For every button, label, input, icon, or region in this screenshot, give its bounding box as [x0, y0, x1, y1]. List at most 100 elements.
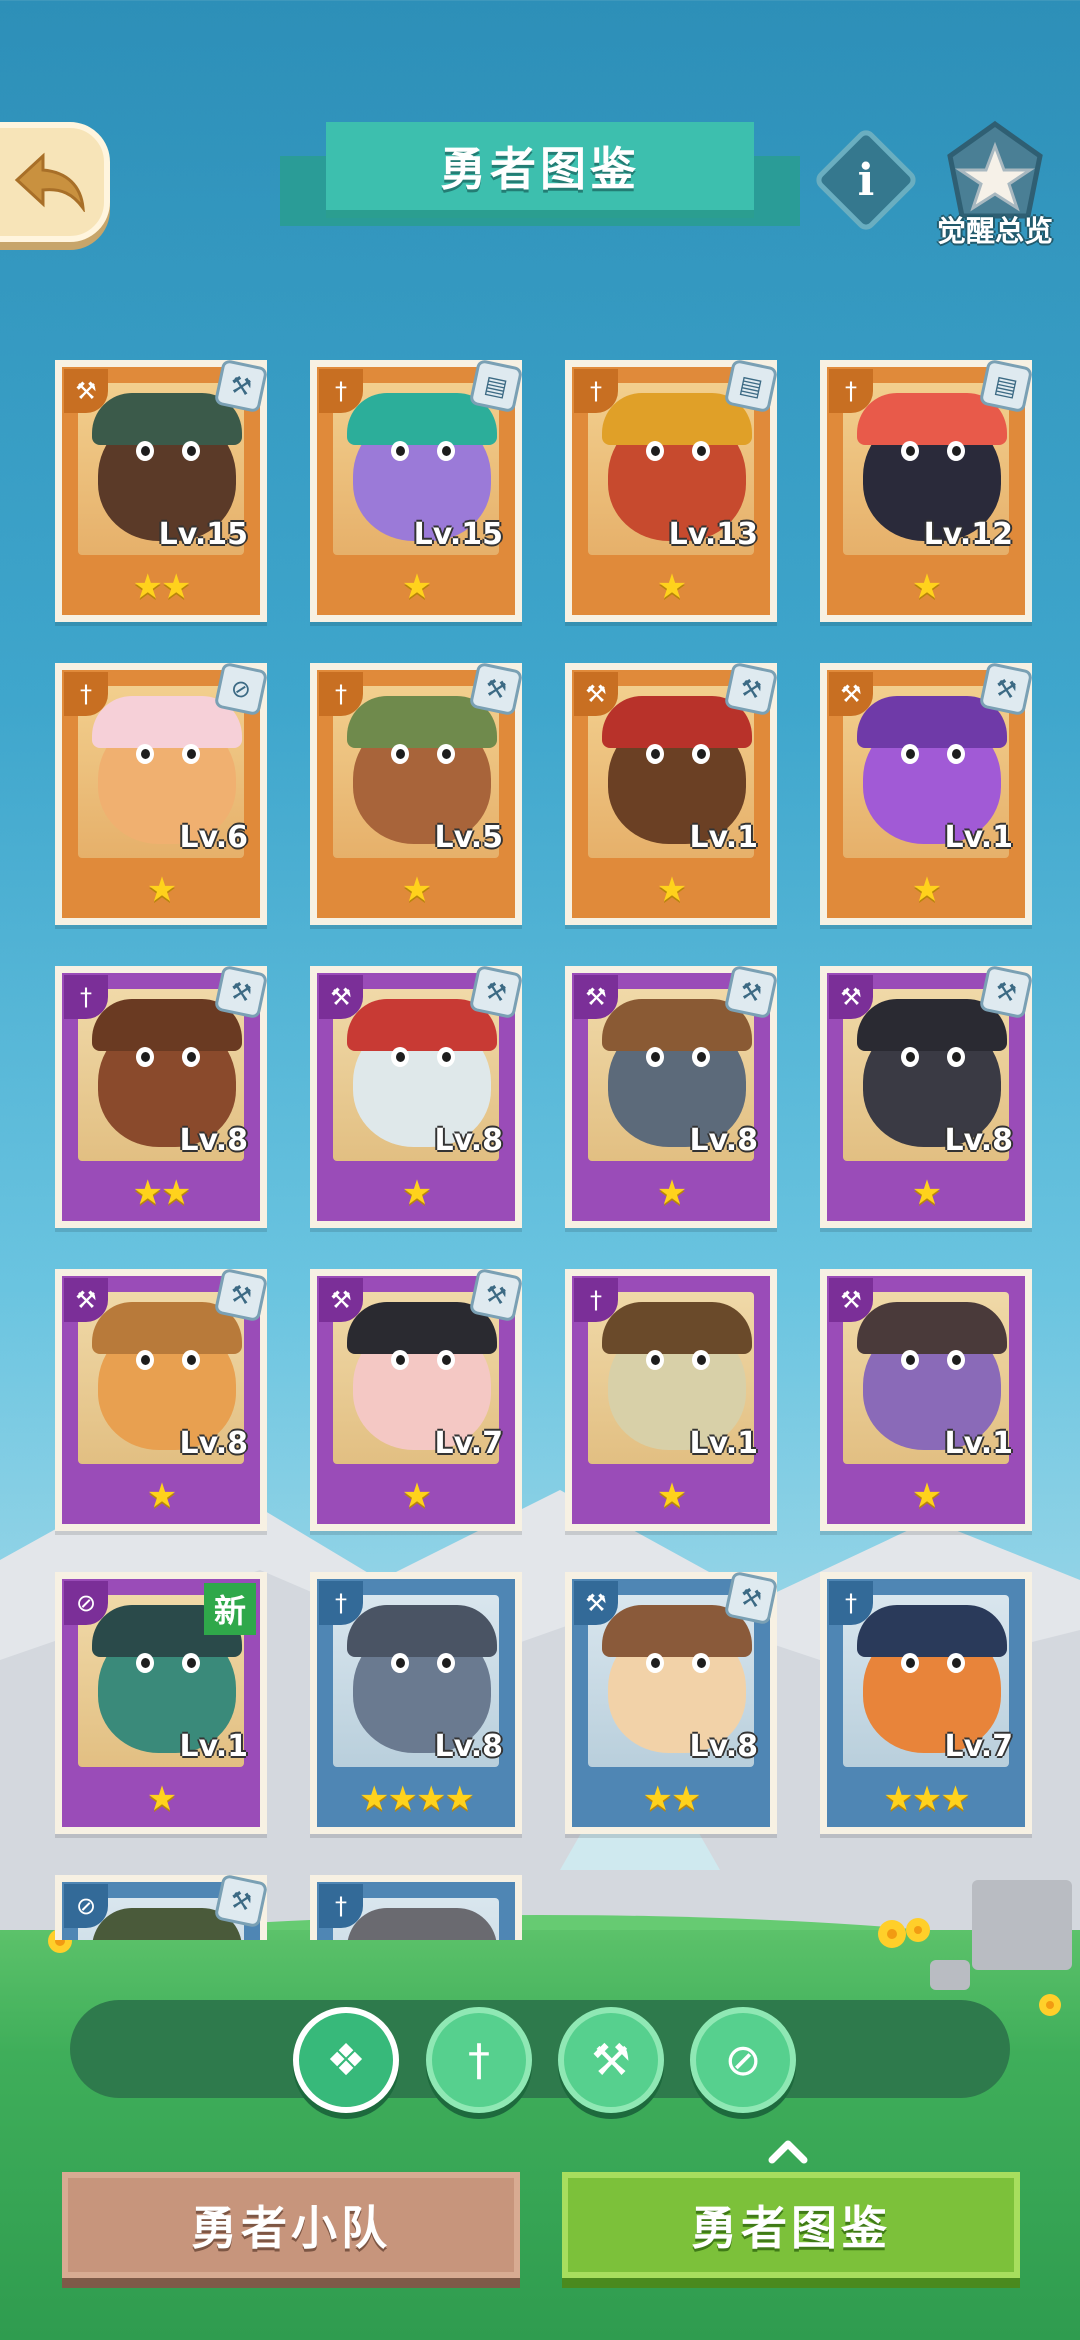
awaken-overview-label[interactable]: 觉醒总览	[920, 208, 1070, 250]
hero-eye	[437, 1653, 455, 1673]
hero-eye	[901, 1047, 919, 1067]
compass-icon: ⊘	[213, 661, 269, 717]
hero-eye	[646, 1350, 664, 1370]
hero-eye	[136, 744, 154, 764]
sword-icon: †	[319, 1581, 363, 1625]
hero-card[interactable]: ⚒ Lv.1 ★	[820, 1269, 1032, 1531]
hero-card[interactable]: ⚒ ⚒ Lv.8 ★★	[565, 1570, 779, 1834]
hero-level: Lv.1	[944, 1426, 1014, 1461]
hero-card[interactable]: † ▤ Lv.12 ★	[820, 360, 1034, 622]
hero-card[interactable]: ⚒ ⚒ Lv.15 ★★	[55, 360, 269, 622]
hero-eye	[947, 744, 965, 764]
new-badge: 新	[204, 1583, 256, 1635]
compass-icon: ⊘	[724, 2034, 762, 2086]
star-rating: ★	[656, 1173, 687, 1213]
hammer-icon: ⚒	[574, 1581, 618, 1625]
hero-eye	[901, 744, 919, 764]
page-title: 勇者图鉴	[326, 122, 754, 218]
hero-eye	[646, 441, 664, 461]
sword-icon: †	[829, 1581, 873, 1625]
tab-hero-dex[interactable]: 勇者图鉴	[562, 2172, 1020, 2278]
compass-icon: ⊘	[64, 1581, 108, 1625]
filter-all-classes-button[interactable]: ❖	[293, 2007, 399, 2113]
chevron-up-icon	[768, 2140, 808, 2164]
title-banner: 勇者图鉴	[280, 122, 800, 242]
hero-card[interactable]: ⊘ ⚒	[55, 1873, 269, 1940]
hero-card[interactable]: † ⚒ Lv.8 ★★	[55, 964, 269, 1228]
star-rating: ★	[911, 567, 942, 607]
hero-card[interactable]: † Lv.8 ★★★★	[310, 1572, 522, 1834]
hero-card[interactable]: ⚒ ⚒ Lv.8 ★	[55, 1267, 269, 1531]
hero-card[interactable]: †	[310, 1875, 522, 1940]
sword-icon: †	[319, 672, 363, 716]
star-rating: ★	[401, 567, 432, 607]
hero-headwear	[347, 1908, 497, 1940]
hero-eye	[646, 1047, 664, 1067]
hammer-icon: ⚒	[829, 975, 873, 1019]
hero-card[interactable]: † ▤ Lv.15 ★	[310, 360, 524, 622]
hero-card[interactable]: ⚒ ⚒ Lv.8 ★	[820, 964, 1034, 1228]
star-rating: ★★	[132, 567, 192, 607]
hero-level: Lv.12	[923, 517, 1013, 552]
hero-level: Lv.8	[179, 1123, 249, 1158]
all-classes-icon: ❖	[326, 2034, 366, 2086]
hero-eye	[182, 744, 200, 764]
rock	[930, 1960, 970, 1990]
hero-eye	[182, 1047, 200, 1067]
hero-headwear	[857, 1302, 1007, 1354]
star-rating: ★	[656, 870, 687, 910]
hammer-icon: ⚒	[468, 1267, 524, 1323]
hero-card[interactable]: † ▤ Lv.13 ★	[565, 360, 779, 622]
hammer-icon: ⚒	[723, 1570, 779, 1626]
sword-icon: †	[829, 369, 873, 413]
hammer-icon: ⚒	[468, 661, 524, 717]
hero-level: Lv.8	[434, 1729, 504, 1764]
hero-grid: ⚒ ⚒ Lv.15 ★★ † ▤ Lv.15 ★ † ▤ Lv.13 ★ † ▤ Lv.12 ★ † ⊘ Lv.6 ★…	[0, 360, 1080, 1940]
hero-eye	[182, 1350, 200, 1370]
hero-card[interactable]: † Lv.7 ★★★	[820, 1572, 1032, 1834]
star-rating: ★★★★	[359, 1779, 475, 1819]
hero-card[interactable]: † ⚒ Lv.5 ★	[310, 661, 524, 925]
compass-icon: ⊘	[64, 1884, 108, 1928]
hero-card[interactable]: † Lv.1 ★	[565, 1269, 777, 1531]
tab-hero-team[interactable]: 勇者小队	[62, 2172, 520, 2278]
info-icon: i	[857, 154, 875, 206]
hero-eye	[182, 441, 200, 461]
hammer-icon: ⚒	[978, 661, 1034, 717]
filter-hammer-button[interactable]: ⚒	[558, 2007, 664, 2113]
hero-eye	[437, 1350, 455, 1370]
hero-level: Lv.8	[179, 1426, 249, 1461]
star-rating: ★	[401, 1476, 432, 1516]
hero-level: Lv.8	[434, 1123, 504, 1158]
star-rating: ★	[146, 870, 177, 910]
hero-eye	[391, 441, 409, 461]
scroll-icon: ▤	[978, 360, 1034, 414]
star-rating: ★	[146, 1779, 177, 1819]
hammer-icon: ⚒	[978, 964, 1034, 1020]
hero-eye	[901, 441, 919, 461]
hero-headwear	[602, 1302, 752, 1354]
filter-sword-button[interactable]: †	[426, 2007, 532, 2113]
scroll-icon: ▤	[723, 360, 779, 414]
hero-level: Lv.5	[434, 820, 504, 855]
hero-card[interactable]: † ⊘ Lv.6 ★	[55, 661, 269, 925]
ground	[0, 1930, 1080, 2340]
hero-card[interactable]: ⊘ 新 Lv.1 ★	[55, 1572, 267, 1834]
filter-compass-button[interactable]: ⊘	[690, 2007, 796, 2113]
sword-icon: †	[574, 369, 618, 413]
hero-eye	[646, 1653, 664, 1673]
hammer-icon: ⚒	[319, 975, 363, 1019]
hero-eye	[901, 1653, 919, 1673]
back-button[interactable]	[0, 122, 110, 242]
hero-card[interactable]: ⚒ ⚒ Lv.8 ★	[310, 964, 524, 1228]
hero-card[interactable]: ⚒ ⚒ Lv.8 ★	[565, 964, 779, 1228]
hero-eye	[391, 1350, 409, 1370]
hero-eye	[947, 1047, 965, 1067]
hero-card[interactable]: ⚒ ⚒ Lv.1 ★	[565, 661, 779, 925]
hammer-icon: ⚒	[319, 1278, 363, 1322]
hero-card[interactable]: ⚒ ⚒ Lv.7 ★	[310, 1267, 524, 1531]
hero-level: Lv.1	[689, 820, 759, 855]
star-rating: ★	[401, 870, 432, 910]
hero-level: Lv.1	[689, 1426, 759, 1461]
hero-card[interactable]: ⚒ ⚒ Lv.1 ★	[820, 661, 1034, 925]
